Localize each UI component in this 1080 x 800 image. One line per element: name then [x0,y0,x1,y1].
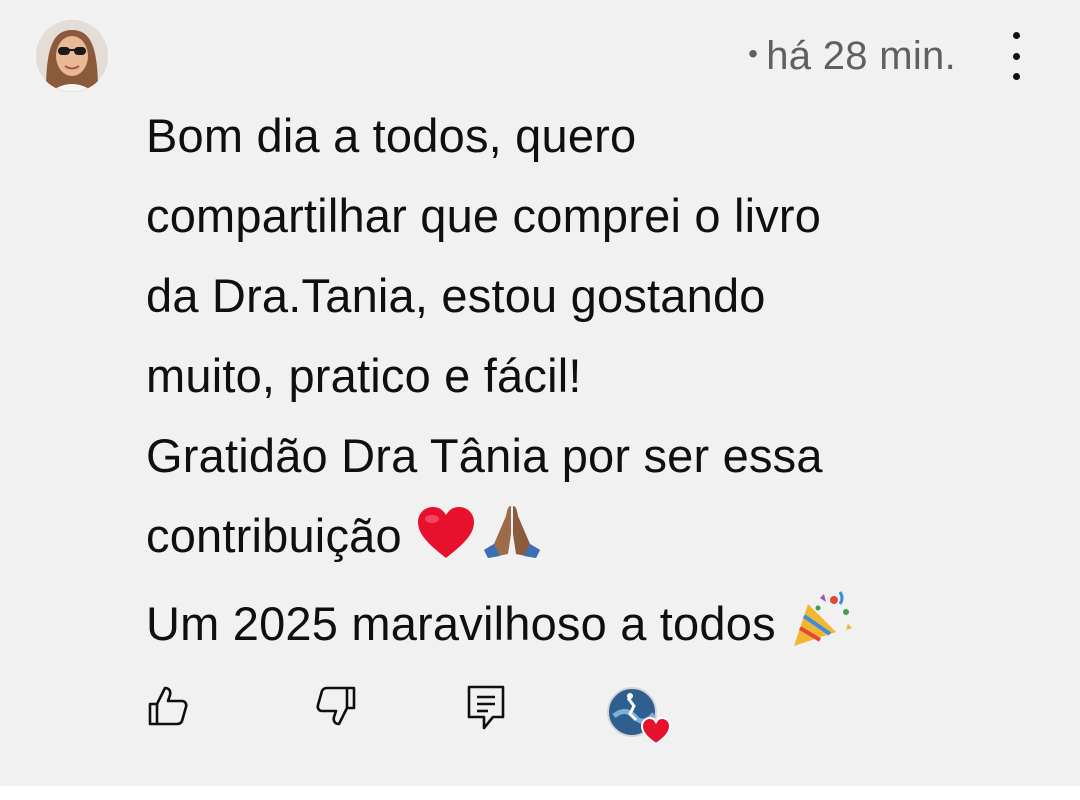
praying-hands-emoji [480,504,544,584]
comment-card: • há 28 min. Bom dia a todos, quero compa… [0,0,1080,800]
reply-comment-icon [467,685,505,730]
more-vertical-icon-dot [1012,73,1020,80]
comment-line: contribuição [146,509,402,562]
user-avatar[interactable] [36,20,108,92]
red-heart-emoji [416,504,476,584]
comment-line: muito, pratico e fácil! [146,349,582,402]
comment-line: Um 2025 maravilhoso a todos [146,597,776,650]
timestamp-separator: • [748,38,759,69]
timestamp-text: há 28 min. [766,34,956,78]
comment-line: compartilhar que comprei o livro [146,189,822,242]
dislike-button[interactable] [314,684,358,728]
comment-text: Bom dia a todos, quero compartilhar que … [146,96,1026,672]
more-vertical-icon [1012,32,1020,39]
comment-line: Bom dia a todos, quero [146,109,637,162]
thumbs-down-icon [316,686,356,726]
party-popper-emoji [790,590,854,672]
comment-line: Gratidão Dra Tânia por ser essa [146,429,823,482]
reply-button[interactable] [466,684,506,732]
thumbs-up-icon [148,686,188,726]
like-button[interactable] [146,684,190,728]
bottom-divider [0,786,1080,800]
creator-heart-icon [607,687,672,746]
comment-timestamp: • há 28 min. [748,26,956,84]
creator-heart [606,686,672,746]
comment-actions [0,684,1080,746]
comment-line: da Dra.Tania, estou gostando [146,269,766,322]
more-vertical-icon-dot [1012,52,1020,60]
comment-line-with-emoji: Um 2025 maravilhoso a todos [146,584,1026,672]
comment-line-with-emoji: contribuição [146,496,1026,584]
more-options-button[interactable] [1004,32,1028,80]
